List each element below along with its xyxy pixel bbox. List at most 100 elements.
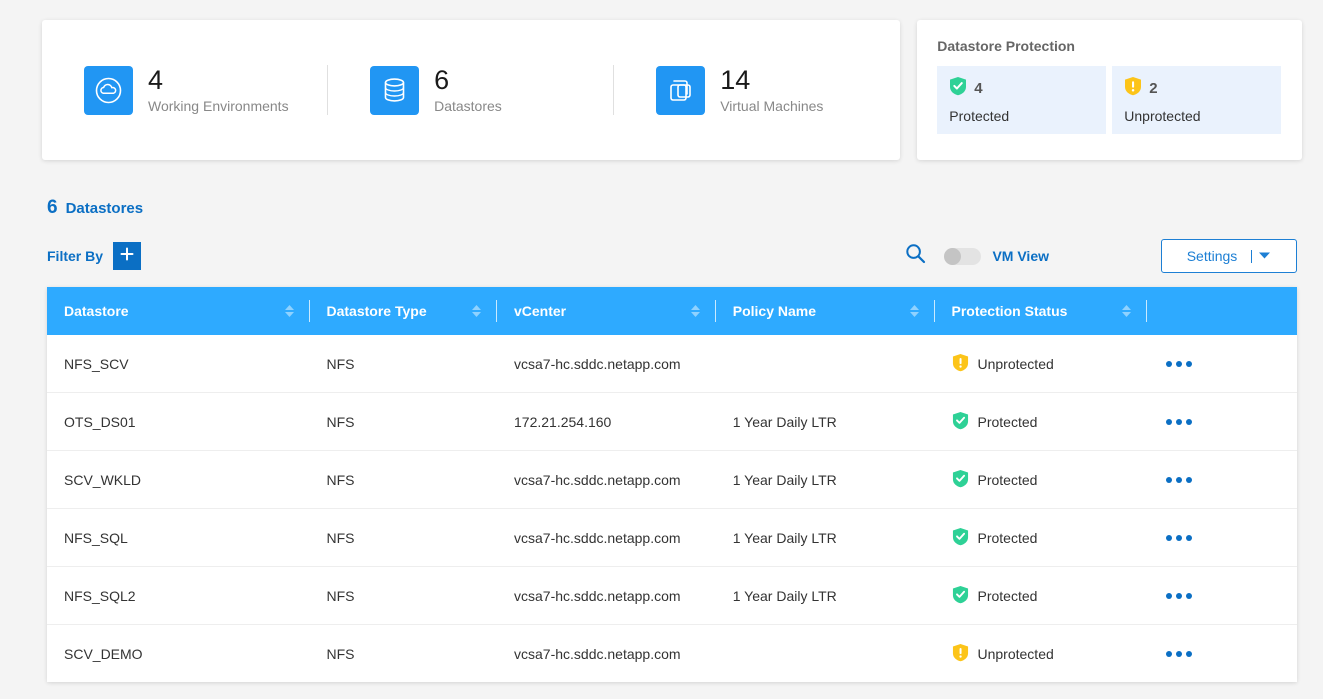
sort-toggle-icon[interactable] xyxy=(1122,305,1131,317)
page-title: 6 Datastores xyxy=(47,197,143,219)
sort-toggle-icon[interactable] xyxy=(691,305,700,317)
cell-policy-name: 1 Year Daily LTR xyxy=(716,567,935,625)
column-header-datastore-type[interactable]: Datastore Type xyxy=(310,287,498,335)
vm-view-toggle[interactable]: VM View xyxy=(944,248,1049,265)
table-row[interactable]: OTS_DS01NFS172.21.254.1601 Year Daily LT… xyxy=(47,393,1297,451)
cell-datastore-type: NFS xyxy=(310,625,498,683)
chevron-down-icon[interactable] xyxy=(1258,247,1271,265)
cell-datastore-type: NFS xyxy=(310,509,498,567)
unprotected-summary-box[interactable]: 2 Unprotected xyxy=(1112,66,1281,134)
ellipsis-icon[interactable] xyxy=(1164,651,1297,657)
table-row[interactable]: NFS_SCVNFSvcsa7-hc.sddc.netapp.com Unpro… xyxy=(47,335,1297,393)
cell-protection-status: Unprotected xyxy=(935,625,1148,683)
table-row[interactable]: SCV_WKLDNFSvcsa7-hc.sddc.netapp.com1 Yea… xyxy=(47,451,1297,509)
metric-label: Datastores xyxy=(434,98,502,114)
cloud-circle-icon xyxy=(84,66,133,115)
cell-datastore: OTS_DS01 xyxy=(47,393,310,451)
cell-datastore-type: NFS xyxy=(310,393,498,451)
shield-exclamation-icon xyxy=(952,643,969,665)
column-header-label: vCenter xyxy=(514,303,566,319)
unprotected-count: 2 xyxy=(1149,80,1157,97)
status-label: Unprotected xyxy=(978,356,1054,372)
column-header-label: Datastore Type xyxy=(327,303,427,319)
cell-vcenter: vcsa7-hc.sddc.netapp.com xyxy=(497,451,716,509)
cell-vcenter: 172.21.254.160 xyxy=(497,393,716,451)
unprotected-label: Unprotected xyxy=(1124,108,1269,124)
protected-summary-box[interactable]: 4 Protected xyxy=(937,66,1106,134)
column-header-policy-name[interactable]: Policy Name xyxy=(716,287,935,335)
filter-by-label: Filter By xyxy=(47,248,103,264)
search-icon xyxy=(905,243,926,269)
table-body: NFS_SCVNFSvcsa7-hc.sddc.netapp.com Unpro… xyxy=(47,335,1297,682)
cell-policy-name xyxy=(716,625,935,683)
column-header-label: Policy Name xyxy=(733,303,816,319)
settings-button[interactable]: Settings xyxy=(1161,239,1297,273)
ellipsis-icon[interactable] xyxy=(1164,419,1297,425)
cell-policy-name: 1 Year Daily LTR xyxy=(716,451,935,509)
column-header-actions xyxy=(1147,287,1297,335)
add-filter-button[interactable] xyxy=(113,242,141,270)
sort-toggle-icon[interactable] xyxy=(285,305,294,317)
search-button[interactable] xyxy=(905,243,926,269)
shield-check-icon xyxy=(952,411,969,433)
metric-datastores: 6 Datastores xyxy=(328,66,614,115)
protected-count: 4 xyxy=(974,80,982,97)
status-label: Protected xyxy=(978,530,1038,546)
cell-datastore: NFS_SQL xyxy=(47,509,310,567)
cell-protection-status: Protected xyxy=(935,451,1148,509)
ellipsis-icon[interactable] xyxy=(1164,535,1297,541)
metric-label: Working Environments xyxy=(148,98,289,114)
column-header-vcenter[interactable]: vCenter xyxy=(497,287,716,335)
datastore-count: 6 xyxy=(47,197,58,219)
cell-vcenter: vcsa7-hc.sddc.netapp.com xyxy=(497,509,716,567)
datastores-table: Datastore Datastore Type xyxy=(47,287,1297,682)
metric-value: 4 xyxy=(148,66,289,94)
table-toolbar: Filter By VM View Settin xyxy=(47,238,1297,274)
datastore-protection-card: Datastore Protection 4 Protected xyxy=(917,20,1302,160)
shield-exclamation-icon xyxy=(952,353,969,375)
column-header-datastore[interactable]: Datastore xyxy=(47,287,310,335)
vm-view-toggle-knob xyxy=(944,248,961,265)
cell-actions xyxy=(1147,509,1297,567)
cell-policy-name xyxy=(716,335,935,393)
settings-divider xyxy=(1251,250,1252,263)
ellipsis-icon[interactable] xyxy=(1164,593,1297,599)
plus-icon xyxy=(120,247,134,266)
table-row[interactable]: NFS_SQLNFSvcsa7-hc.sddc.netapp.com1 Year… xyxy=(47,509,1297,567)
ellipsis-icon[interactable] xyxy=(1164,477,1297,483)
cell-vcenter: vcsa7-hc.sddc.netapp.com xyxy=(497,567,716,625)
shield-check-icon xyxy=(952,585,969,607)
metric-value: 14 xyxy=(720,66,823,94)
cell-protection-status: Protected xyxy=(935,567,1148,625)
shield-check-icon xyxy=(949,76,967,101)
column-header-label: Protection Status xyxy=(952,303,1068,319)
sort-toggle-icon[interactable] xyxy=(472,305,481,317)
column-header-protection-status[interactable]: Protection Status xyxy=(935,287,1148,335)
ellipsis-icon[interactable] xyxy=(1164,361,1297,367)
cell-vcenter: vcsa7-hc.sddc.netapp.com xyxy=(497,335,716,393)
cell-actions xyxy=(1147,335,1297,393)
sort-toggle-icon[interactable] xyxy=(910,305,919,317)
cell-datastore: NFS_SCV xyxy=(47,335,310,393)
cell-datastore: SCV_DEMO xyxy=(47,625,310,683)
settings-label: Settings xyxy=(1187,248,1238,264)
cell-protection-status: Unprotected xyxy=(935,335,1148,393)
metric-working-environments: 4 Working Environments xyxy=(42,66,328,115)
cell-actions xyxy=(1147,451,1297,509)
cell-actions xyxy=(1147,567,1297,625)
table-row[interactable]: SCV_DEMONFSvcsa7-hc.sddc.netapp.com Unpr… xyxy=(47,625,1297,683)
cell-policy-name: 1 Year Daily LTR xyxy=(716,393,935,451)
cell-datastore-type: NFS xyxy=(310,567,498,625)
table-row[interactable]: NFS_SQL2NFSvcsa7-hc.sddc.netapp.com1 Yea… xyxy=(47,567,1297,625)
cell-actions xyxy=(1147,625,1297,683)
status-label: Protected xyxy=(978,414,1038,430)
datastore-count-label: Datastores xyxy=(66,200,144,217)
cell-datastore: SCV_WKLD xyxy=(47,451,310,509)
status-label: Protected xyxy=(978,472,1038,488)
status-label: Protected xyxy=(978,588,1038,604)
shield-exclamation-icon xyxy=(1124,76,1142,101)
table-header-row: Datastore Datastore Type xyxy=(47,287,1297,335)
cell-datastore-type: NFS xyxy=(310,451,498,509)
metric-value: 6 xyxy=(434,66,502,94)
column-header-label: Datastore xyxy=(64,303,129,319)
